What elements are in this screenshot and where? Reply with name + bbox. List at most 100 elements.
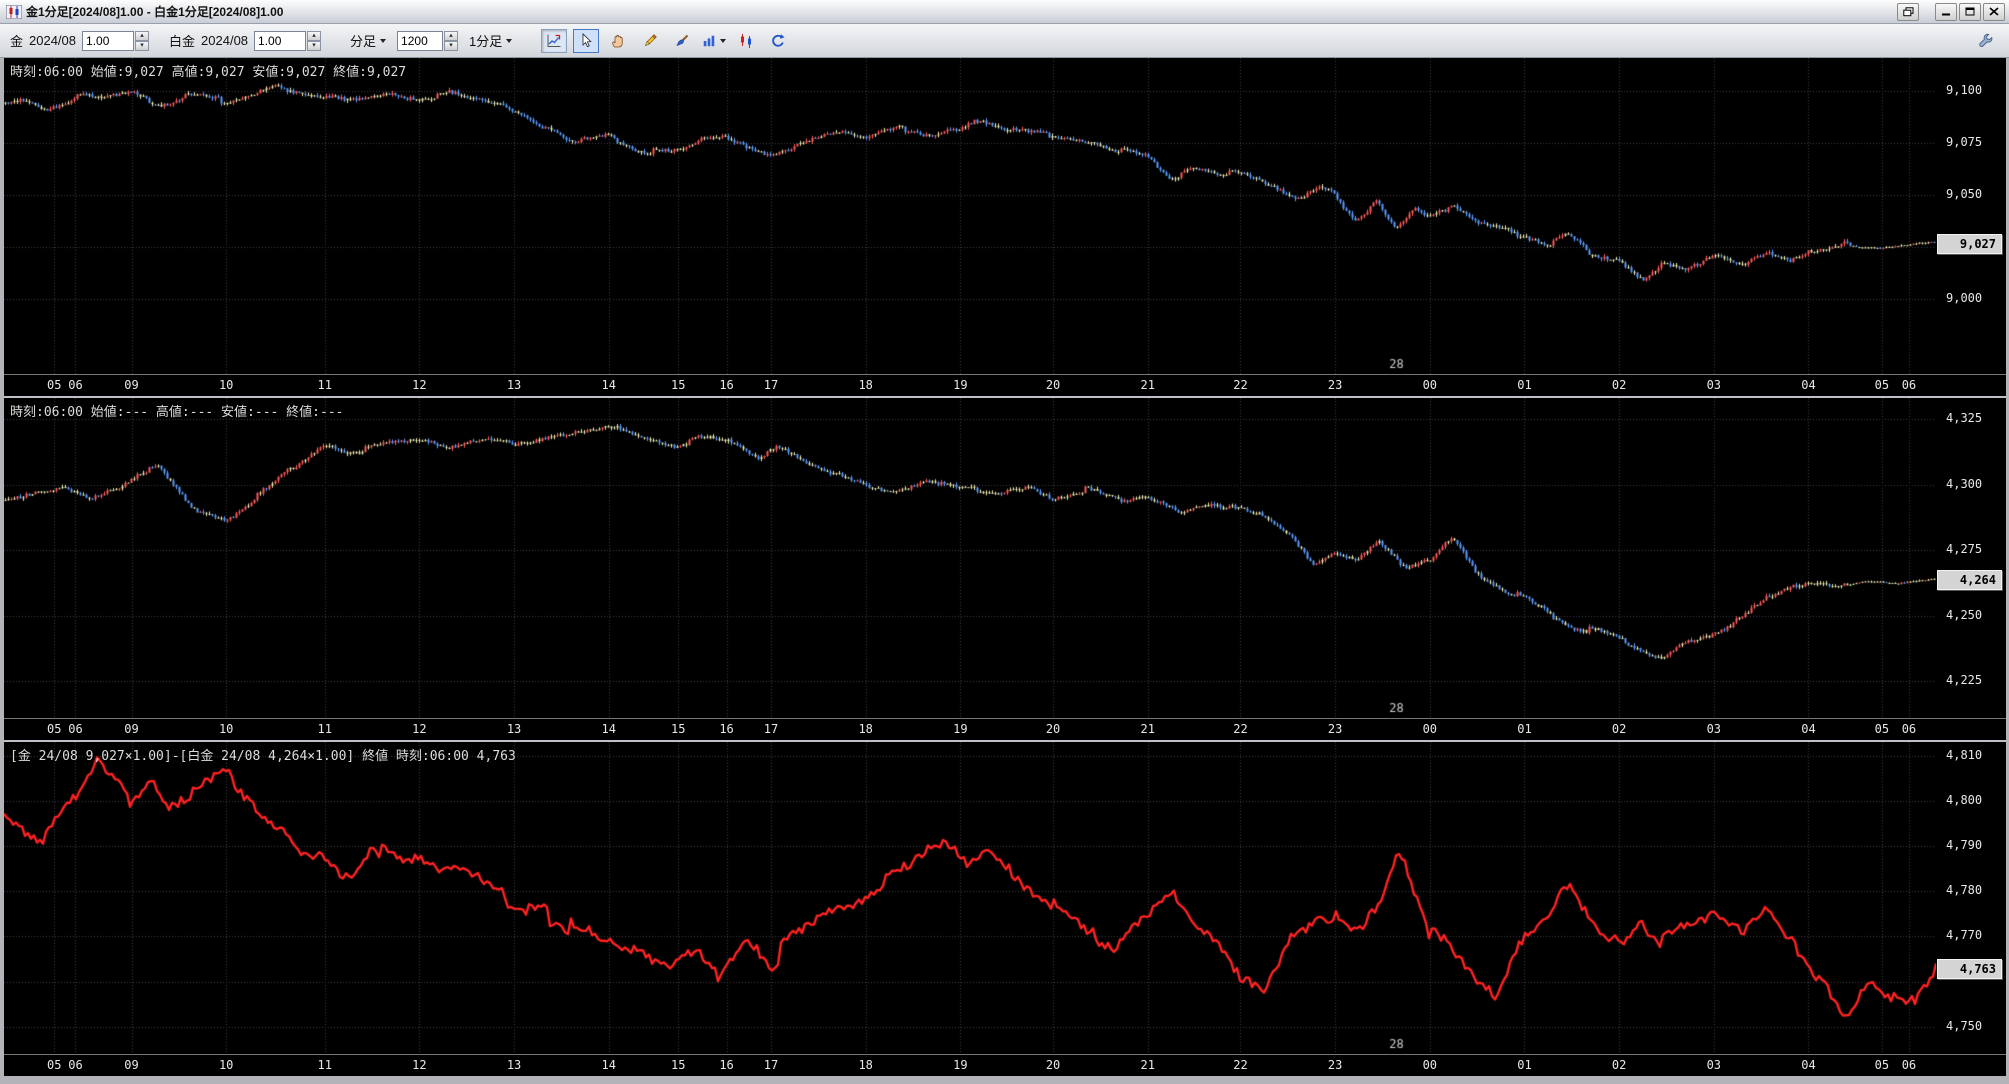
- refresh-icon: [772, 33, 785, 47]
- time-axis-label: 14: [601, 1058, 616, 1072]
- time-axis-label: 11: [317, 378, 332, 392]
- app-icon: [6, 4, 22, 19]
- time-axis-label: 01: [1517, 378, 1532, 392]
- app-window: 金1分足[2024/08]1.00 - 白金1分足[2024/08]1.00 金…: [0, 0, 2009, 1084]
- platinum-chart-canvas[interactable]: [4, 398, 1936, 718]
- chart-display-icon: [547, 34, 561, 47]
- bar-count-spinbox: ▴▾: [397, 30, 459, 51]
- refresh-button[interactable]: [765, 29, 791, 53]
- platinum-multiplier-input[interactable]: [254, 30, 307, 51]
- time-axis-label: 06: [1901, 1058, 1917, 1072]
- price-axis-label: 4,790: [1946, 838, 1983, 852]
- time-axis-label: 23: [1327, 1058, 1343, 1072]
- spread-chart-panel: [金 24/08 9,027×1.00]-[白金 24/08 4,264×1.0…: [4, 742, 2006, 1076]
- gold-multiplier-input[interactable]: [82, 30, 135, 51]
- time-axis-label: 13: [506, 1058, 522, 1072]
- time-axis-label: 05: [46, 722, 62, 736]
- time-axis-label: 06: [68, 378, 83, 392]
- indicator-dropdown-button[interactable]: [701, 29, 727, 53]
- close-button[interactable]: [1983, 2, 2005, 21]
- toolbar: 金 2024/08 ▴▾ 白金 2024/08 ▴▾ 分足 ▴▾ 1分足: [0, 24, 2009, 58]
- candlestick-style-icon: [741, 33, 752, 48]
- time-axis-label: 03: [1706, 722, 1722, 736]
- time-axis-label: 18: [858, 722, 873, 736]
- spin-up-icon[interactable]: ▴: [444, 30, 459, 41]
- gold-price-axis: 9,100 9,075 9,050 9,000 9,027: [1936, 58, 2006, 374]
- time-axis-label: 04: [1801, 1058, 1816, 1072]
- gold-multiplier-spinner: ▴ ▾: [135, 30, 150, 51]
- time-axis-label: 03: [1706, 1058, 1722, 1072]
- select-tool-button[interactable]: [573, 28, 600, 53]
- gold-chart-canvas[interactable]: [4, 58, 1936, 374]
- time-axis-label: 15: [671, 378, 686, 392]
- spin-up-icon[interactable]: ▴: [135, 30, 150, 41]
- spread-chart-info: [金 24/08 9,027×1.00]-[白金 24/08 4,264×1.0…: [10, 749, 516, 764]
- time-axis-label: 02: [1611, 378, 1627, 392]
- platinum-multiplier-spinbox: ▴▾: [254, 30, 322, 51]
- time-axis-label: 12: [412, 1058, 427, 1072]
- chart-area: 時刻:06:00 始値:9,027 高値:9,027 安値:9,027 終値:9…: [0, 58, 2009, 1084]
- time-axis-label: 22: [1233, 722, 1248, 736]
- timeframe-dropdown[interactable]: 1分足: [464, 28, 517, 53]
- time-axis-label: 17: [763, 1058, 779, 1072]
- time-axis-label: 09: [124, 1058, 139, 1072]
- price-axis-label: 4,780: [1946, 883, 1983, 898]
- time-axis-label: 04: [1801, 722, 1816, 736]
- time-axis-label: 23: [1327, 722, 1343, 736]
- time-axis-label: 01: [1517, 722, 1532, 736]
- settings-wrench-button[interactable]: [1973, 29, 1999, 53]
- spin-down-icon[interactable]: ▾: [444, 40, 459, 51]
- draw-tool-button[interactable]: [637, 29, 663, 53]
- time-axis-label: 14: [601, 722, 616, 736]
- minimize-button[interactable]: [1935, 2, 1957, 21]
- chevron-down-icon: [506, 38, 513, 43]
- time-axis-label: 23: [1327, 378, 1343, 392]
- price-axis-label: 9,075: [1946, 135, 1983, 150]
- maximize-icon: [1965, 7, 1975, 16]
- paint-tool-button[interactable]: [669, 29, 695, 53]
- time-axis-label: 00: [1422, 722, 1438, 736]
- gold-chart-info: 時刻:06:00 始値:9,027 高値:9,027 安値:9,027 終値:9…: [10, 65, 407, 80]
- gold-time-axis: 05 06 09 10 11 12 13 14 15 16 17 18 19 20 21 22 23 00 01 02…: [4, 374, 2006, 396]
- spin-up-icon[interactable]: ▴: [307, 30, 322, 41]
- spin-down-icon[interactable]: ▾: [307, 40, 322, 51]
- time-axis-label: 10: [218, 378, 234, 392]
- time-axis-label: 13: [506, 722, 522, 736]
- select-cursor-icon: [582, 32, 592, 47]
- bar-count-spinner: ▴ ▾: [444, 30, 459, 51]
- chart-display-button[interactable]: [541, 28, 568, 53]
- price-axis-label: 9,100: [1946, 83, 1983, 98]
- time-axis-label: 04: [1801, 378, 1816, 392]
- spin-down-icon[interactable]: ▾: [135, 40, 150, 51]
- maximize-button[interactable]: [1959, 2, 1981, 21]
- bar-count-input[interactable]: [397, 30, 444, 51]
- titlebar: 金1分足[2024/08]1.00 - 白金1分足[2024/08]1.00: [0, 0, 2009, 24]
- candlestick-style-button[interactable]: [733, 29, 759, 53]
- paint-brush-icon: [676, 34, 689, 46]
- time-axis-label: 10: [218, 1058, 234, 1072]
- interval-type-dropdown[interactable]: 分足: [345, 28, 391, 53]
- time-axis-label: 05: [46, 378, 62, 392]
- platinum-contract-label: 2024/08: [201, 33, 249, 48]
- price-axis-label: 4,225: [1946, 673, 1983, 688]
- time-axis-label: 02: [1611, 1058, 1627, 1072]
- time-axis-label: 19: [953, 378, 968, 392]
- spread-chart-canvas[interactable]: [4, 742, 1936, 1054]
- spread-plot: [金 24/08 9,027×1.00]-[白金 24/08 4,264×1.0…: [4, 742, 1936, 1054]
- float-window-button[interactable]: [1897, 2, 1919, 21]
- time-axis-label: 06: [1901, 378, 1917, 392]
- time-axis-label: 18: [858, 378, 873, 392]
- time-axis-label: 10: [218, 722, 234, 736]
- gold-contract-label: 2024/08: [29, 33, 77, 48]
- time-axis-label: 06: [68, 1058, 83, 1072]
- price-axis-label: 4,750: [1946, 1018, 1983, 1033]
- gold-chart-panel: 時刻:06:00 始値:9,027 高値:9,027 安値:9,027 終値:9…: [4, 58, 2006, 396]
- time-axis-label: 09: [124, 378, 139, 392]
- time-axis-label: 00: [1422, 378, 1438, 392]
- price-axis-label: 4,810: [1946, 747, 1983, 762]
- time-axis-label: 21: [1140, 378, 1155, 392]
- current-price-box: 9,027: [1937, 234, 2002, 255]
- price-axis-label: 9,000: [1946, 291, 1983, 306]
- time-axis-label: 12: [412, 722, 427, 736]
- pan-tool-button[interactable]: [605, 29, 631, 53]
